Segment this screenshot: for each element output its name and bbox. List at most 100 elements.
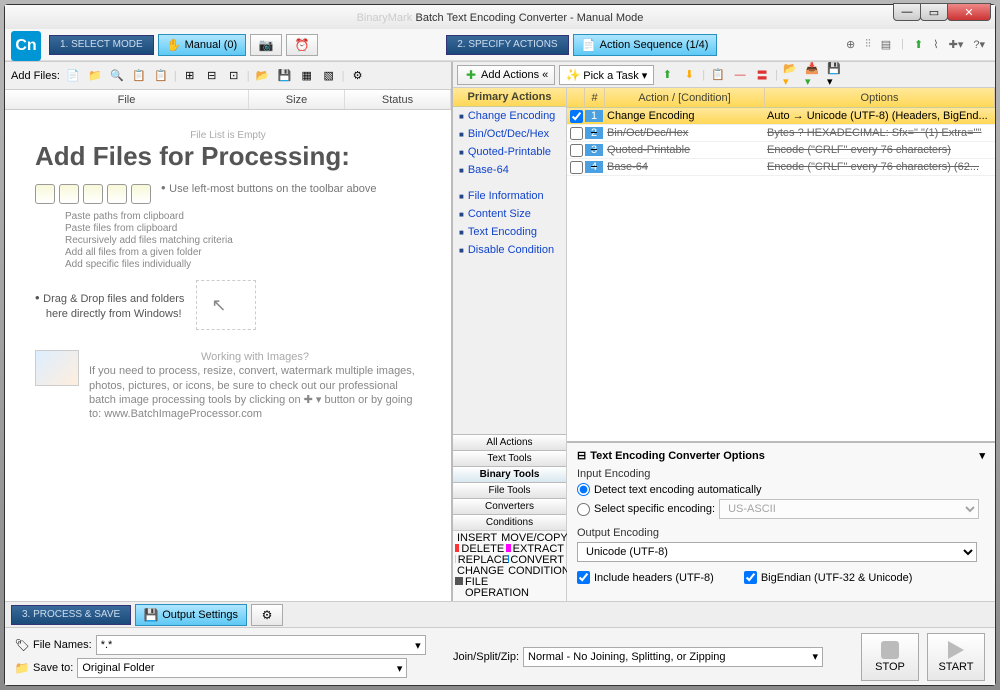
add-file-icon[interactable]: 📄	[64, 67, 82, 85]
import-actions-icon[interactable]: 📥▾	[804, 66, 822, 84]
action-text-encoding[interactable]: Text Encoding	[453, 223, 566, 241]
cat-converters[interactable]: Converters	[453, 498, 566, 514]
hand-icon: ✋	[167, 38, 181, 52]
tb-icon-6[interactable]: ⊞	[181, 67, 199, 85]
row-chk-2[interactable]	[570, 127, 583, 140]
grid-row-1[interactable]: 1 Change Encoding Auto → Unicode (UTF-8)…	[567, 108, 995, 125]
output-encoding-select[interactable]: Unicode (UTF-8)	[577, 542, 977, 562]
sliders-icon[interactable]: ⫶⫶	[865, 38, 871, 51]
row-chk-1[interactable]	[570, 110, 583, 123]
cat-all[interactable]: All Actions	[453, 434, 566, 450]
input-encoding-select[interactable]: US-ASCII	[719, 499, 979, 519]
action-binoctdechex[interactable]: Bin/Oct/Dec/Hex	[453, 125, 566, 143]
action-change-encoding[interactable]: Change Encoding	[453, 107, 566, 125]
grid-row-2[interactable]: 2 Bin/Oct/Dec/Hex Bytes ? HEXADECIMAL: S…	[567, 125, 995, 142]
action-file-info[interactable]: File Information	[453, 187, 566, 205]
layers-icon[interactable]: ▤	[881, 38, 891, 51]
start-button[interactable]: START	[927, 633, 985, 681]
chk-headers-label: Include headers (UTF-8)	[594, 572, 714, 584]
add-recursive-icon[interactable]: 🔍	[108, 67, 126, 85]
col-size[interactable]: Size	[249, 90, 345, 109]
move-down-icon[interactable]: ⬇	[680, 66, 698, 84]
row-chk-4[interactable]	[570, 161, 583, 174]
minimize-button[interactable]: —	[893, 3, 921, 21]
clock-tab[interactable]: ⏰	[286, 34, 318, 56]
gh-options[interactable]: Options	[765, 88, 995, 107]
col-status[interactable]: Status	[345, 90, 451, 109]
clock-icon: ⏰	[295, 38, 309, 52]
tb-icon-13[interactable]: ⚙	[349, 67, 367, 85]
add-files-label: Add Files:	[11, 70, 60, 82]
output-encoding-label: Output Encoding	[577, 527, 985, 539]
move-up-icon[interactable]: ⬆	[658, 66, 676, 84]
file-names-combo[interactable]: *.*▾	[96, 635, 426, 655]
col-file[interactable]: File	[5, 90, 249, 109]
open-folder-icon[interactable]: 📂	[254, 67, 272, 85]
up-arrow-icon[interactable]: ⬆	[914, 38, 923, 51]
action-content-size[interactable]: Content Size	[453, 205, 566, 223]
action-disable-condition[interactable]: Disable Condition	[453, 241, 566, 259]
chk-bigendian[interactable]	[744, 571, 757, 584]
paste-paths-icon[interactable]: 📋	[152, 67, 170, 85]
top-toolbar: 1. SELECT MODE ✋ Manual (0) 📷 ⏰ 2. SPECI…	[5, 29, 995, 61]
stop-button[interactable]: STOP	[861, 633, 919, 681]
action-sequence-tab[interactable]: 📄 Action Sequence (1/4)	[573, 34, 718, 56]
actions-sidebar: Primary Actions Change Encoding Bin/Oct/…	[453, 88, 567, 601]
folder-icon: 📁	[15, 661, 29, 675]
globe-icon[interactable]: ⊕	[846, 38, 855, 51]
join-combo[interactable]: Normal - No Joining, Splitting, or Zippi…	[523, 647, 823, 667]
close-button[interactable]: ✕	[947, 3, 991, 21]
radio-auto-detect[interactable]	[577, 483, 590, 496]
radio-specific[interactable]	[577, 503, 590, 516]
action-quoted-printable[interactable]: Quoted-Printable	[453, 143, 566, 161]
row-chk-3[interactable]	[570, 144, 583, 157]
add-folder-icon[interactable]: 📁	[86, 67, 104, 85]
step-1-tab[interactable]: 1. SELECT MODE	[49, 35, 154, 55]
cat-conditions[interactable]: Conditions	[453, 514, 566, 530]
cat-file[interactable]: File Tools	[453, 482, 566, 498]
camera-tab[interactable]: 📷	[250, 34, 282, 56]
gh-action[interactable]: Action / [Condition]	[605, 88, 765, 107]
save-actions-icon[interactable]: 💾▾	[826, 66, 844, 84]
grid-row-4[interactable]: 4 Base-64 Encode ("CRLF" every 76 charac…	[567, 159, 995, 176]
tb-icon-8[interactable]: ⊡	[225, 67, 243, 85]
action-toolbar: ✚ Add Actions « ✨ Pick a Task ▾ ⬆ ⬇ | 📋 …	[453, 62, 995, 88]
wifi-icon[interactable]: ⌇	[933, 38, 938, 51]
empty-bullet-1: • Use left-most buttons on the toolbar a…	[161, 180, 376, 195]
file-column-headers: File Size Status	[5, 90, 451, 110]
copy-action-icon[interactable]: 📋	[709, 66, 727, 84]
clear-actions-icon[interactable]: 〓	[753, 66, 771, 84]
empty-file-list: File List is Empty Add Files for Process…	[5, 110, 451, 601]
cat-text[interactable]: Text Tools	[453, 450, 566, 466]
tb-icon-7[interactable]: ⊟	[203, 67, 221, 85]
plus-icon[interactable]: ✚▾	[949, 38, 964, 51]
step-3-tab[interactable]: 3. PROCESS & SAVE	[11, 605, 131, 625]
paste-files-icon[interactable]: 📋	[130, 67, 148, 85]
grid-row-3[interactable]: 3 Quoted-Printable Encode ("CRLF" every …	[567, 142, 995, 159]
tb-icon-12[interactable]: ▧	[320, 67, 338, 85]
list-icon: 📄	[582, 38, 596, 52]
chk-include-headers[interactable]	[577, 571, 590, 584]
action-base64[interactable]: Base-64	[453, 161, 566, 179]
help-icon[interactable]: ?▾	[973, 38, 985, 51]
step-2-tab[interactable]: 2. SPECIFY ACTIONS	[446, 35, 568, 55]
open-actions-icon[interactable]: 📂▾	[782, 66, 800, 84]
plus-green-icon: ✚	[464, 68, 478, 82]
save-disk-icon: 💾	[144, 608, 158, 622]
manual-tab[interactable]: ✋ Manual (0)	[158, 34, 247, 56]
maximize-button[interactable]: ▭	[920, 3, 948, 21]
save-to-combo[interactable]: Original Folder▾	[77, 658, 407, 678]
cat-binary[interactable]: Binary Tools	[453, 466, 566, 482]
remove-action-icon[interactable]: —	[731, 66, 749, 84]
options-icon: ⊟	[577, 449, 586, 462]
gh-num[interactable]: #	[585, 88, 605, 107]
pick-task-dropdown[interactable]: ✨ Pick a Task ▾	[559, 65, 654, 85]
save-icon[interactable]: 💾	[276, 67, 294, 85]
play-icon	[948, 641, 964, 659]
hint-icon-4	[107, 184, 127, 204]
working-head: Working with Images?	[89, 350, 421, 364]
tb-icon-11[interactable]: ▦	[298, 67, 316, 85]
output-settings-tab[interactable]: 💾 Output Settings	[135, 604, 247, 626]
gear-tab[interactable]: ⚙	[251, 604, 283, 626]
add-actions-button[interactable]: ✚ Add Actions «	[457, 65, 555, 85]
